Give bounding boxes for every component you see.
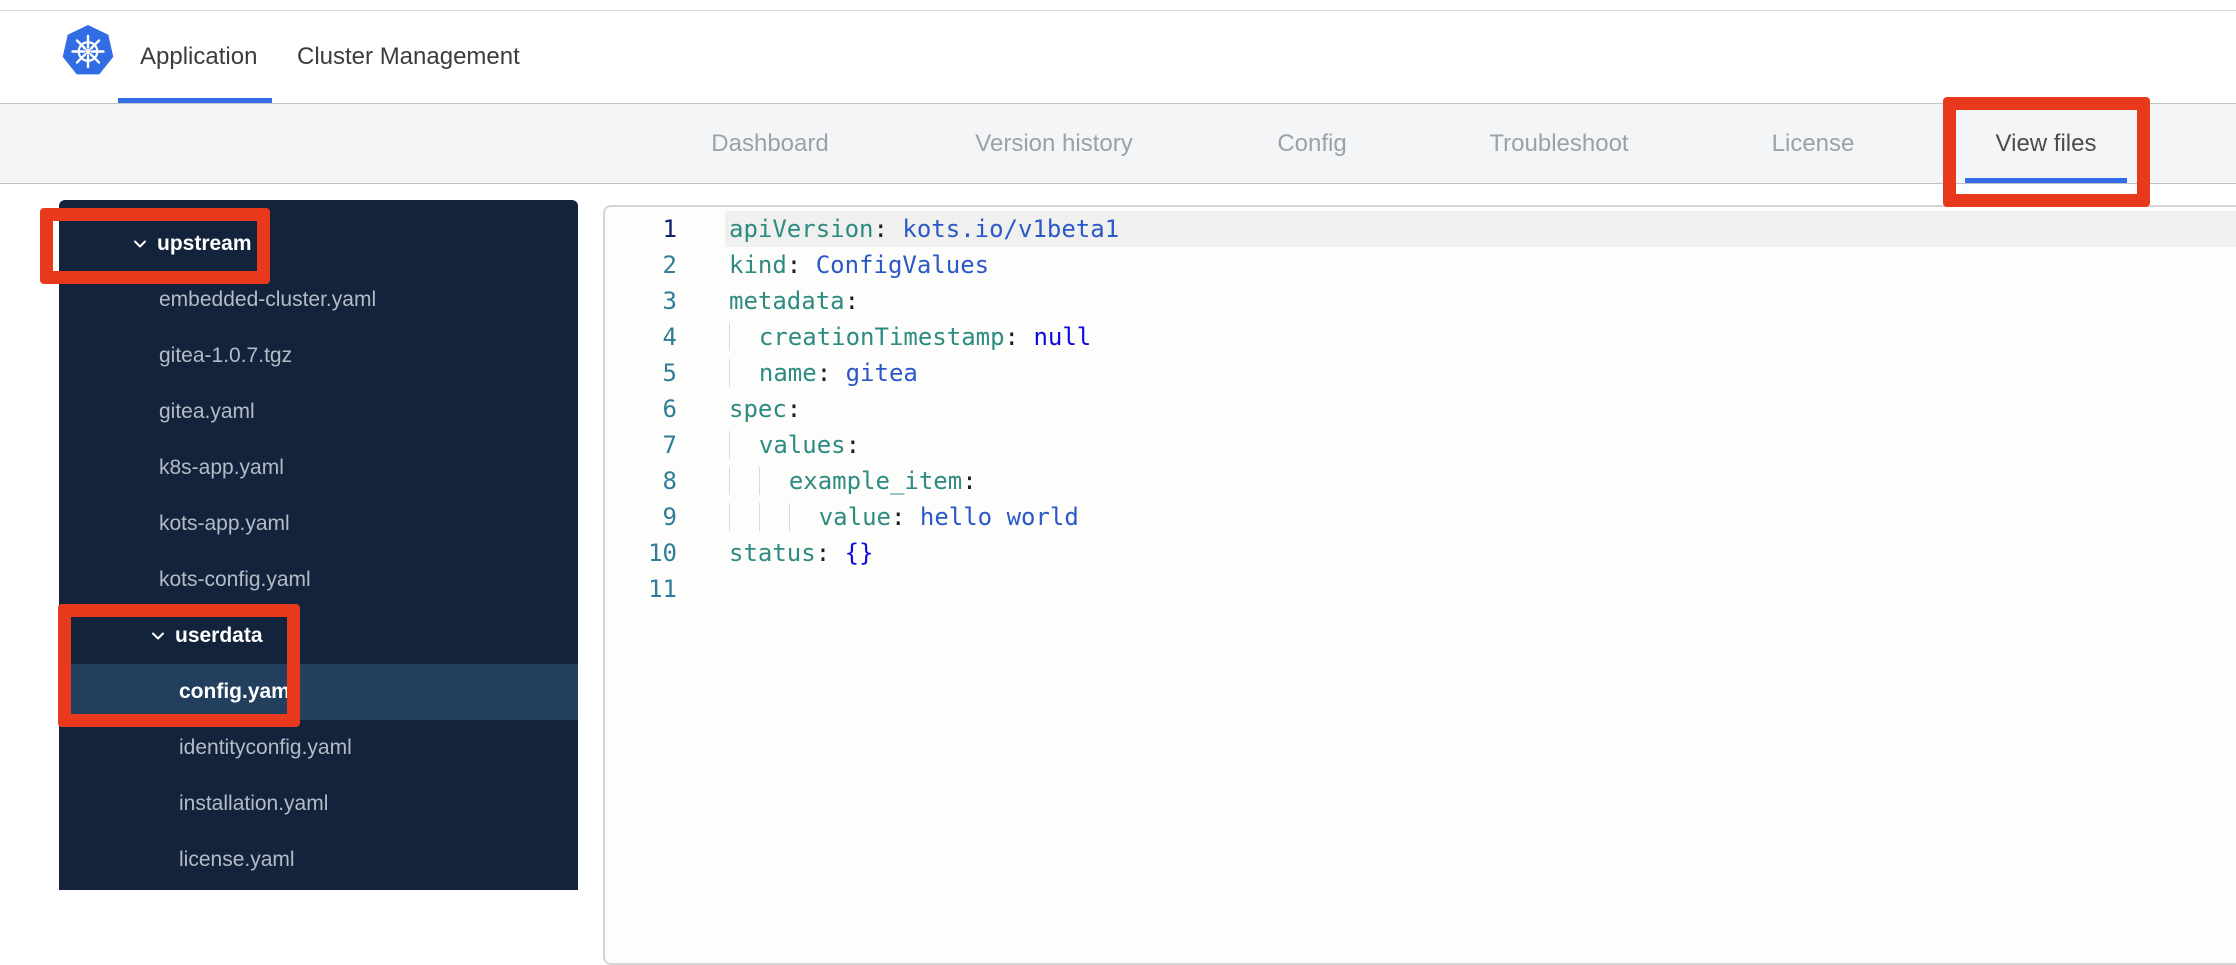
chevron-down-icon (149, 627, 167, 645)
view-files-active-underline (1965, 178, 2127, 183)
tree-item-label: config.yaml (179, 680, 296, 703)
code-line-text: name: gitea (729, 355, 918, 391)
tree-folder-upstream[interactable]: upstream (59, 216, 578, 272)
tree-item-label: upstream (157, 232, 252, 255)
tree-file-gitea-1.0.7.tgz[interactable]: gitea-1.0.7.tgz (59, 328, 578, 384)
tree-file-installation.yaml[interactable]: installation.yaml (59, 776, 578, 832)
code-line-text: metadata: (729, 287, 860, 315)
tree-item-label: embedded-cluster.yaml (159, 288, 377, 311)
chevron-down-icon (131, 235, 149, 253)
tree-item-label: k8s-app.yaml (159, 456, 284, 479)
line-number: 7 (662, 431, 677, 459)
line-number: 4 (662, 323, 677, 351)
tree-file-embedded-cluster.yaml[interactable]: embedded-cluster.yaml (59, 272, 578, 328)
code-line-text: spec: (729, 395, 802, 423)
tree-file-license.yaml[interactable]: license.yaml (59, 832, 578, 888)
tree-item-label: installation.yaml (179, 792, 329, 815)
line-number: 8 (662, 467, 677, 495)
tab-cluster-management[interactable]: Cluster Management (297, 11, 520, 103)
tree-file-k8s-app.yaml[interactable]: k8s-app.yaml (59, 440, 578, 496)
tree-item-label: kots-app.yaml (159, 512, 290, 535)
line-number: 10 (648, 539, 677, 567)
tree-folder-userdata[interactable]: userdata (59, 608, 578, 664)
line-number: 9 (662, 503, 677, 531)
subnav-item-view-files[interactable]: View files (1996, 104, 2097, 183)
code-line-10: 10 status: {} (605, 535, 2236, 571)
line-number: 3 (662, 287, 677, 315)
code-line-text: status: {} (729, 539, 874, 567)
line-number: 1 (662, 215, 677, 243)
subnav-item-version-history[interactable]: Version history (975, 104, 1132, 183)
code-line-4: 4 creationTimestamp: null (605, 319, 2236, 355)
subnav-item-dashboard[interactable]: Dashboard (711, 104, 828, 183)
kubernetes-logo-icon (62, 25, 114, 77)
tree-file-gitea.yaml[interactable]: gitea.yaml (59, 384, 578, 440)
tree-file-kots-config.yaml[interactable]: kots-config.yaml (59, 552, 578, 608)
tree-item-label: gitea.yaml (159, 400, 255, 423)
active-app-tab-underline (118, 98, 272, 103)
code-line-text: value: hello world (729, 499, 1079, 535)
code-line-3: 3 metadata: (605, 283, 2236, 319)
line-number: 2 (662, 251, 677, 279)
code-line-1: 1 apiVersion: kots.io/v1beta1 (605, 211, 2236, 247)
tree-item-label: license.yaml (179, 848, 295, 871)
code-line-2: 2 kind: ConfigValues (605, 247, 2236, 283)
yaml-code-view: 1 apiVersion: kots.io/v1beta1 2 kind: Confi… (605, 207, 2236, 607)
tree-item-label: userdata (175, 624, 263, 647)
tree-file-kots-app.yaml[interactable]: kots-app.yaml (59, 496, 578, 552)
tree-file-config.yaml[interactable]: config.yaml (59, 664, 578, 720)
tree-item-label: identityconfig.yaml (179, 736, 352, 759)
code-line-9: 9 value: hello world (605, 499, 2236, 535)
code-line-6: 6 spec: (605, 391, 2236, 427)
code-line-8: 8 example_item: (605, 463, 2236, 499)
subnav-item-license[interactable]: License (1772, 104, 1855, 183)
code-line-text: values: (729, 427, 860, 463)
tree-file-identityconfig.yaml[interactable]: identityconfig.yaml (59, 720, 578, 776)
tree-item-label: gitea-1.0.7.tgz (159, 344, 293, 367)
code-line-5: 5 name: gitea (605, 355, 2236, 391)
file-tree-sidebar: upstream embedded-cluster.yaml gitea-1.0.7… (59, 200, 578, 890)
code-line-text: creationTimestamp: null (729, 319, 1091, 355)
subnav-item-config[interactable]: Config (1277, 104, 1346, 183)
subnav-item-troubleshoot[interactable]: Troubleshoot (1489, 104, 1628, 183)
line-number: 6 (662, 395, 677, 423)
code-line-text: kind: ConfigValues (729, 251, 990, 279)
code-line-11: 11 (605, 571, 2236, 607)
line-number: 11 (648, 575, 677, 603)
code-line-text: example_item: (729, 463, 977, 499)
code-line-text: apiVersion: kots.io/v1beta1 (729, 215, 1120, 243)
code-editor: 1 apiVersion: kots.io/v1beta1 2 kind: Confi… (603, 205, 2236, 965)
code-line-7: 7 values: (605, 427, 2236, 463)
tab-application[interactable]: Application (140, 11, 257, 103)
app-header: Application Cluster Management (0, 11, 2236, 104)
line-number: 5 (662, 359, 677, 387)
tree-item-label: kots-config.yaml (159, 568, 311, 591)
app-subnav: Dashboard Version history Config Troublesho… (0, 104, 2236, 184)
